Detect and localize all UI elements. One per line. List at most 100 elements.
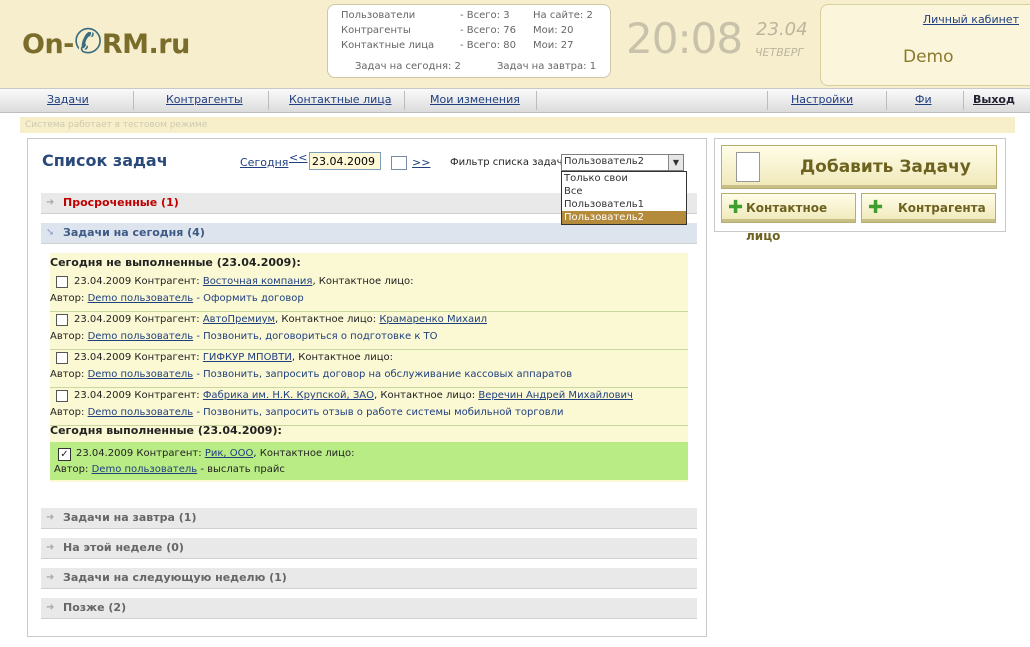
task-date: 23.04.2009 Контрагент: (74, 276, 200, 287)
stats-contacts-label: Контактные лица (341, 40, 435, 51)
stats-users-online: На сайте: 2 (533, 10, 593, 21)
nav-separator (767, 91, 768, 110)
group-this-week[interactable]: ➜ На этой неделе (0) (41, 538, 697, 559)
today-link[interactable]: Сегодня (240, 156, 288, 169)
filter-option[interactable]: Пользователь1 (562, 198, 686, 211)
done-task-row: ✓ 23.04.2009 Контрагент: Рик, ООО, Конта… (50, 442, 688, 480)
phone-icon: ✆ (73, 22, 103, 62)
group-tomorrow[interactable]: ➜ Задачи на завтра (1) (41, 508, 697, 529)
task-checkbox[interactable] (56, 314, 68, 326)
task-author-link[interactable]: Demo пользователь (88, 407, 194, 418)
info-bar: Система работает в тестовом режиме (20, 117, 1015, 133)
nav-separator (404, 91, 405, 110)
arrow-right-icon: ➜ (46, 602, 55, 613)
task-line1: 23.04.2009 Контрагент: Рик, ООО, Контакт… (76, 448, 354, 459)
nav-contractors[interactable]: Контрагенты (166, 93, 243, 106)
task-contact-link[interactable]: Крамаренко Михаил (379, 314, 487, 325)
task-author-link[interactable]: Demo пользователь (88, 293, 194, 304)
today-tasks-body: Сегодня не выполненные (23.04.2009): 23.… (50, 253, 688, 482)
group-today[interactable]: ➘ Задачи на сегодня (4) (41, 223, 697, 244)
nav-tasks[interactable]: Задачи (47, 93, 89, 106)
done-heading: Сегодня выполненные (23.04.2009): (50, 424, 282, 437)
prev-date-link[interactable]: << (289, 151, 307, 164)
task-description[interactable]: - Позвонить, запросить отзыв о работе си… (193, 407, 563, 418)
task-author-label: Автор: (50, 331, 85, 342)
task-contractor-link[interactable]: Фабрика им. Н.К. Крупской, ЗАО (203, 390, 374, 401)
task-line1: 23.04.2009 Контрагент: Фабрика им. Н.К. … (74, 390, 633, 401)
task-author-label: Автор: (50, 293, 85, 304)
nav-separator (536, 91, 537, 110)
task-line2: Автор: Demo пользователь - Оформить дого… (50, 293, 304, 304)
arrow-right-icon: ➜ (46, 197, 55, 208)
task-description[interactable]: - Оформить договор (193, 293, 303, 304)
add-contractor-label: Контрагента (898, 201, 986, 215)
task-line2: Автор: Demo пользователь - Позвонить, до… (50, 331, 438, 342)
task-checkbox[interactable] (56, 352, 68, 364)
username: Demo (903, 47, 954, 67)
task-author-link[interactable]: Demo пользователь (88, 369, 194, 380)
group-next-week-label: Задачи на следующую неделю (1) (63, 571, 287, 584)
dropdown-arrow-icon[interactable]: ▼ (668, 155, 683, 170)
date-input[interactable] (309, 152, 381, 170)
logo-text-right: RM.ru (101, 29, 190, 60)
group-next-week[interactable]: ➜ Задачи на следующую неделю (1) (41, 568, 697, 589)
task-date: 23.04.2009 Контрагент: (74, 314, 200, 325)
task-checkbox[interactable] (56, 276, 68, 288)
next-date-link[interactable]: >> (412, 156, 430, 169)
task-line2: Автор: Demo пользователь - Позвонить, за… (50, 407, 563, 418)
group-this-week-label: На этой неделе (0) (63, 541, 184, 554)
task-checkbox[interactable] (56, 390, 68, 402)
task-contractor-link[interactable]: Рик, ООО (205, 448, 254, 459)
calendar-icon[interactable] (391, 156, 407, 170)
task-checkbox-checked[interactable]: ✓ (58, 448, 71, 461)
task-contact-label: , Контактное лицо: (253, 448, 355, 459)
page-title: Список задач (42, 151, 168, 170)
main-nav: Задачи Контрагенты Контактные лица Мои и… (0, 88, 1030, 113)
group-later[interactable]: ➜ Позже (2) (41, 598, 697, 619)
group-later-label: Позже (2) (63, 601, 127, 614)
stats-users-label: Пользователи (341, 10, 416, 21)
task-description[interactable]: - Позвонить, договориться о подготовке к… (193, 331, 437, 342)
plus-icon: ✚ (728, 197, 744, 218)
task-contact-link[interactable]: Веречин Андрей Михайлович (478, 390, 633, 401)
task-author-link[interactable]: Demo пользователь (92, 464, 198, 475)
task-author-link[interactable]: Demo пользователь (88, 331, 194, 342)
task-contractor-link[interactable]: АвтоПремиум (203, 314, 275, 325)
filter-select[interactable]: Пользователь2 ▼ (561, 154, 684, 171)
task-contractor-link[interactable]: Восточная компания (203, 276, 313, 287)
task-contact-label: , Контактное лицо: (291, 352, 393, 363)
stats-contractors-label: Контрагенты (341, 25, 411, 36)
group-tomorrow-label: Задачи на завтра (1) (63, 511, 197, 524)
task-date: 23.04.2009 Контрагент: (74, 390, 200, 401)
personal-cabinet-link[interactable]: Личный кабинет (923, 13, 1019, 26)
task-description[interactable]: - выслать прайс (197, 464, 285, 475)
task-description[interactable]: - Позвонить, запросить договор на обслуж… (193, 369, 572, 380)
filter-option[interactable]: Все (562, 185, 686, 198)
task-contact-label: , Контактное лицо: (312, 276, 414, 287)
filter-option[interactable]: Только свои (562, 172, 686, 185)
logo[interactable]: On-✆RM.ru (22, 22, 190, 62)
task-author-label: Автор: (54, 464, 89, 475)
header: On-✆RM.ru Пользователи - Всего: 3 На сай… (0, 0, 1030, 89)
nav-contacts[interactable]: Контактные лица (289, 93, 391, 106)
add-task-label: Добавить Задачу (800, 157, 971, 177)
add-contact-button[interactable]: ✚ Контактное лицо (721, 193, 856, 243)
task-row: 23.04.2009 Контрагент: ГИФКУР МПОВТИ, Ко… (50, 349, 688, 388)
task-contractor-link[interactable]: ГИФКУР МПОВТИ (203, 352, 292, 363)
task-line1: 23.04.2009 Контрагент: АвтоПремиум, Конт… (74, 314, 487, 325)
stats-contacts-mine: Мои: 27 (533, 40, 574, 51)
add-contractor-button[interactable]: ✚ Контрагента (861, 193, 996, 223)
nav-separator (963, 91, 964, 110)
task-line1: 23.04.2009 Контрагент: ГИФКУР МПОВТИ, Ко… (74, 352, 393, 363)
clock-time: 20:08 (626, 14, 743, 63)
filter-selected-value: Пользователь2 (564, 156, 645, 167)
add-contact-label: Контактное лицо (746, 201, 828, 243)
filter-option-selected[interactable]: Пользователь2 (562, 211, 686, 224)
nav-logout[interactable]: Выход (973, 93, 1015, 106)
nav-my-changes[interactable]: Мои изменения (430, 93, 520, 106)
add-task-button[interactable]: Добавить Задачу (721, 145, 997, 189)
nav-settings[interactable]: Настройки (791, 93, 853, 106)
nav-fi[interactable]: Фи (915, 93, 932, 106)
task-row: 23.04.2009 Контрагент: АвтоПремиум, Конт… (50, 311, 688, 350)
task-line1: 23.04.2009 Контрагент: Восточная компани… (74, 276, 414, 287)
